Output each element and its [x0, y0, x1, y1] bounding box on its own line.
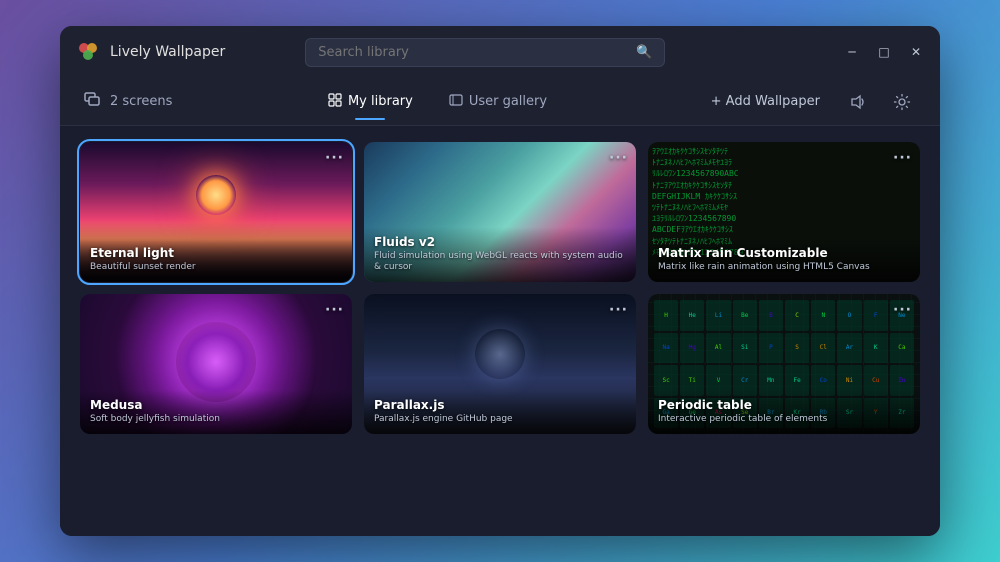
wallpaper-card-medusa[interactable]: Medusa Soft body jellyfish simulation ··… [80, 294, 352, 434]
card-desc-parallax: Parallax.js engine GitHub page [374, 414, 626, 426]
search-icon: 🔍 [636, 45, 652, 60]
app-title: Lively Wallpaper [110, 44, 225, 60]
card-info-parallax: Parallax.js Parallax.js engine GitHub pa… [364, 390, 636, 434]
wallpaper-card-periodic[interactable]: HHeLiBeBCNOFNeNaMgAlSiPSClArKCaScTiVCrMn… [648, 294, 920, 434]
app-window: Lively Wallpaper 🔍 ─ □ ✕ 2 screens [60, 26, 940, 536]
maximize-button[interactable]: □ [876, 46, 892, 58]
card-desc-periodic: Interactive periodic table of elements [658, 414, 910, 426]
periodic-element: Be [733, 300, 757, 331]
app-logo-icon [76, 40, 100, 64]
tab-user-gallery-label: User gallery [469, 94, 547, 109]
close-button[interactable]: ✕ [908, 46, 924, 58]
nav-actions: + Add Wallpaper [703, 88, 916, 116]
card-menu-medusa[interactable]: ··· [325, 302, 344, 318]
card-desc-fluids: Fluid simulation using WebGL reacts with… [374, 251, 626, 274]
card-info-fluids: Fluids v2 Fluid simulation using WebGL r… [364, 227, 636, 282]
periodic-element: N [811, 300, 835, 331]
wallpaper-card-parallax[interactable]: Parallax.js Parallax.js engine GitHub pa… [364, 294, 636, 434]
add-wallpaper-button[interactable]: + Add Wallpaper [703, 90, 828, 113]
card-menu-parallax[interactable]: ··· [609, 302, 628, 318]
card-title-matrix: Matrix rain Customizable [658, 246, 910, 260]
periodic-element: F [864, 300, 888, 331]
periodic-element: H [654, 300, 678, 331]
card-menu-matrix[interactable]: ··· [893, 150, 912, 166]
periodic-element: S [785, 333, 809, 364]
card-info-medusa: Medusa Soft body jellyfish simulation [80, 390, 352, 434]
tab-my-library-label: My library [348, 94, 413, 109]
periodic-element: Li [706, 300, 730, 331]
wallpaper-grid: Eternal light Beautiful sunset render ··… [80, 142, 920, 434]
periodic-element: Al [706, 333, 730, 364]
screens-icon [84, 92, 102, 112]
periodic-element: Ca [890, 333, 914, 364]
periodic-element: Mg [680, 333, 704, 364]
card-desc-medusa: Soft body jellyfish simulation [90, 414, 342, 426]
periodic-element: K [864, 333, 888, 364]
card-menu-eternal-light[interactable]: ··· [325, 150, 344, 166]
my-library-icon [328, 93, 342, 111]
search-input[interactable] [318, 45, 628, 60]
periodic-element: Na [654, 333, 678, 364]
periodic-element: He [680, 300, 704, 331]
volume-button[interactable] [844, 88, 872, 116]
card-desc-eternal-light: Beautiful sunset render [90, 262, 342, 274]
card-title-periodic: Periodic table [658, 398, 910, 412]
card-menu-periodic[interactable]: ··· [893, 302, 912, 318]
card-desc-matrix: Matrix like rain animation using HTML5 C… [658, 262, 910, 274]
periodic-element: C [785, 300, 809, 331]
periodic-element: Ar [837, 333, 861, 364]
card-info-periodic: Periodic table Interactive periodic tabl… [648, 390, 920, 434]
periodic-element: B [759, 300, 783, 331]
card-info-matrix: Matrix rain Customizable Matrix like rai… [648, 238, 920, 282]
screens-indicator: 2 screens [84, 92, 172, 112]
window-controls: ─ □ ✕ [844, 46, 924, 58]
tab-user-gallery[interactable]: User gallery [433, 85, 563, 119]
wallpaper-card-eternal-light[interactable]: Eternal light Beautiful sunset render ··… [80, 142, 352, 282]
periodic-element: P [759, 333, 783, 364]
wallpaper-card-fluids[interactable]: Fluids v2 Fluid simulation using WebGL r… [364, 142, 636, 282]
card-menu-fluids[interactable]: ··· [609, 150, 628, 166]
nav-tabs: My library User gallery [312, 85, 563, 119]
nav-bar: 2 screens My library [60, 78, 940, 126]
card-info-eternal-light: Eternal light Beautiful sunset render [80, 238, 352, 282]
card-title-medusa: Medusa [90, 398, 342, 412]
card-title-parallax: Parallax.js [374, 398, 626, 412]
card-title-fluids: Fluids v2 [374, 235, 626, 249]
content-area: Eternal light Beautiful sunset render ··… [60, 126, 940, 536]
wallpaper-card-matrix[interactable]: ｦｱｳｴｵｶｷｸｹｺｻｼｽｾｿﾀﾁﾂﾃﾄﾅﾆﾇﾈﾉﾊﾋﾌﾍﾎﾏﾐﾑﾒﾓﾔﾕﾖﾗﾘ… [648, 142, 920, 282]
search-bar[interactable]: 🔍 [305, 38, 665, 67]
minimize-button[interactable]: ─ [844, 46, 860, 58]
card-title-eternal-light: Eternal light [90, 246, 342, 260]
periodic-element: Cl [811, 333, 835, 364]
periodic-element: Si [733, 333, 757, 364]
user-gallery-icon [449, 93, 463, 111]
periodic-element: O [837, 300, 861, 331]
title-bar: Lively Wallpaper 🔍 ─ □ ✕ [60, 26, 940, 78]
tab-my-library[interactable]: My library [312, 85, 429, 119]
screens-label: 2 screens [110, 94, 172, 109]
sunset-sun [196, 175, 236, 215]
settings-button[interactable] [888, 88, 916, 116]
